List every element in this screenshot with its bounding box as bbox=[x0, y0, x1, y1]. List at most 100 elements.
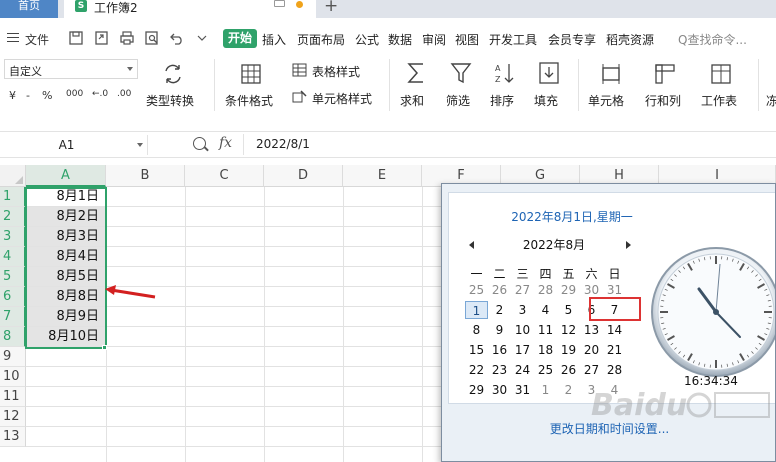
calendar-day[interactable]: 20 bbox=[580, 341, 603, 359]
menu-home[interactable]: 开始 bbox=[223, 29, 257, 48]
calendar-day[interactable]: 21 bbox=[603, 341, 626, 359]
table-style-button[interactable]: 表格样式 bbox=[312, 63, 360, 80]
formula-input[interactable]: 2022/8/1 bbox=[243, 134, 776, 155]
row-header[interactable]: 11 bbox=[0, 387, 26, 407]
sum-icon[interactable] bbox=[405, 61, 427, 85]
row-header[interactable]: 7 bbox=[0, 307, 26, 327]
calendar-day[interactable]: 5 bbox=[557, 301, 580, 319]
thousands-button[interactable]: 000 bbox=[66, 89, 83, 99]
menu-member[interactable]: 会员专享 bbox=[548, 31, 596, 48]
worksheet-icon[interactable] bbox=[710, 63, 732, 85]
save-icon[interactable] bbox=[68, 30, 84, 46]
print-icon[interactable] bbox=[119, 30, 135, 46]
long-date-link[interactable]: 2022年8月1日,星期一 bbox=[449, 208, 695, 225]
calendar-day[interactable]: 1 bbox=[465, 301, 488, 319]
calendar-day[interactable]: 25 bbox=[534, 361, 557, 379]
fill-button[interactable]: 填充 bbox=[534, 92, 558, 109]
number-format-select[interactable]: 自定义 bbox=[4, 59, 138, 79]
menu-insert[interactable]: 插入 bbox=[262, 31, 286, 48]
calendar-day[interactable]: 25 bbox=[465, 281, 488, 299]
search-command-input[interactable]: Q查找命令... bbox=[678, 31, 747, 48]
calendar-day[interactable]: 16 bbox=[488, 341, 511, 359]
calendar-day[interactable]: 1 bbox=[534, 381, 557, 399]
row-header[interactable]: 10 bbox=[0, 367, 26, 387]
calendar-day[interactable]: 27 bbox=[580, 361, 603, 379]
type-convert-icon[interactable] bbox=[162, 63, 184, 85]
increase-decimal-button[interactable]: ←.0 bbox=[92, 89, 108, 99]
filter-icon[interactable] bbox=[450, 61, 472, 85]
previous-month-icon[interactable] bbox=[469, 241, 474, 249]
calendar-day[interactable]: 27 bbox=[511, 281, 534, 299]
calendar-day[interactable]: 11 bbox=[534, 321, 557, 339]
row-header[interactable]: 1 bbox=[0, 187, 26, 207]
select-all-corner[interactable] bbox=[0, 165, 26, 187]
worksheet-button[interactable]: 工作表 bbox=[701, 92, 737, 109]
zoom-icon[interactable] bbox=[193, 137, 206, 150]
calendar-day[interactable]: 10 bbox=[511, 321, 534, 339]
percent-button[interactable]: % bbox=[42, 89, 52, 102]
print-preview-icon[interactable] bbox=[144, 30, 160, 46]
column-header-e[interactable]: E bbox=[343, 165, 422, 187]
calendar-day[interactable]: 24 bbox=[511, 361, 534, 379]
calendar-day[interactable]: 3 bbox=[511, 301, 534, 319]
tab-home[interactable]: 首页 bbox=[0, 0, 58, 18]
cell-button[interactable]: 单元格 bbox=[588, 92, 624, 109]
calendar-day[interactable]: 22 bbox=[465, 361, 488, 379]
monitor-icon[interactable] bbox=[274, 0, 285, 7]
column-header-b[interactable]: B bbox=[106, 165, 185, 187]
calendar-day[interactable]: 2 bbox=[488, 301, 511, 319]
menu-review[interactable]: 审阅 bbox=[422, 31, 446, 48]
menu-data[interactable]: 数据 bbox=[388, 31, 412, 48]
menu-developer[interactable]: 开发工具 bbox=[489, 31, 537, 48]
calendar-day[interactable]: 26 bbox=[488, 281, 511, 299]
calendar-day[interactable]: 12 bbox=[557, 321, 580, 339]
calendar-day[interactable]: 17 bbox=[511, 341, 534, 359]
function-icon[interactable]: fx bbox=[219, 135, 232, 151]
row-header[interactable]: 5 bbox=[0, 267, 26, 287]
sum-button[interactable]: 求和 bbox=[400, 92, 424, 109]
row-header[interactable]: 8 bbox=[0, 327, 26, 347]
conditional-format-icon[interactable] bbox=[240, 63, 262, 85]
currency-button[interactable]: ¥ bbox=[9, 89, 16, 102]
column-header-c[interactable]: C bbox=[185, 165, 264, 187]
chevron-down-icon[interactable] bbox=[197, 30, 207, 46]
row-col-button[interactable]: 行和列 bbox=[645, 92, 681, 109]
currency-dropdown[interactable]: - bbox=[26, 89, 30, 102]
row-header[interactable]: 6 bbox=[0, 287, 26, 307]
row-header[interactable]: 9 bbox=[0, 347, 26, 367]
row-header[interactable]: 3 bbox=[0, 227, 26, 247]
calendar-day[interactable]: 15 bbox=[465, 341, 488, 359]
calendar-day[interactable]: 14 bbox=[603, 321, 626, 339]
conditional-format-button[interactable]: 条件格式 bbox=[225, 92, 273, 109]
menu-view[interactable]: 视图 bbox=[455, 31, 479, 48]
export-icon[interactable] bbox=[94, 30, 110, 46]
menu-page-layout[interactable]: 页面布局 bbox=[297, 31, 345, 48]
calendar-day[interactable]: 28 bbox=[534, 281, 557, 299]
row-header[interactable]: 12 bbox=[0, 407, 26, 427]
calendar-day[interactable]: 19 bbox=[557, 341, 580, 359]
calendar-day[interactable]: 9 bbox=[488, 321, 511, 339]
row-header[interactable]: 13 bbox=[0, 427, 26, 447]
cell-icon[interactable] bbox=[600, 63, 622, 85]
cell-style-button[interactable]: 单元格样式 bbox=[312, 90, 372, 107]
menu-formulas[interactable]: 公式 bbox=[355, 31, 379, 48]
fill-handle[interactable] bbox=[102, 345, 107, 350]
calendar-day[interactable]: 13 bbox=[580, 321, 603, 339]
row-header[interactable]: 4 bbox=[0, 247, 26, 267]
sort-icon[interactable]: AZ bbox=[494, 61, 516, 85]
calendar-day[interactable]: 29 bbox=[465, 381, 488, 399]
sort-button[interactable]: 排序 bbox=[490, 92, 514, 109]
decrease-decimal-button[interactable]: .00 bbox=[117, 89, 131, 99]
calendar-day[interactable]: 23 bbox=[488, 361, 511, 379]
name-box[interactable]: A1 bbox=[0, 135, 148, 155]
menu-docer[interactable]: 稻壳资源 bbox=[606, 31, 654, 48]
calendar-day[interactable]: 30 bbox=[488, 381, 511, 399]
undo-icon[interactable] bbox=[169, 30, 185, 46]
calendar-day[interactable]: 4 bbox=[534, 301, 557, 319]
calendar-day[interactable]: 31 bbox=[511, 381, 534, 399]
calendar-day[interactable]: 26 bbox=[557, 361, 580, 379]
column-header-a[interactable]: A bbox=[26, 165, 106, 187]
filter-button[interactable]: 筛选 bbox=[446, 92, 470, 109]
calendar-month[interactable]: 2022年8月 bbox=[499, 236, 609, 253]
row-header[interactable]: 2 bbox=[0, 207, 26, 227]
